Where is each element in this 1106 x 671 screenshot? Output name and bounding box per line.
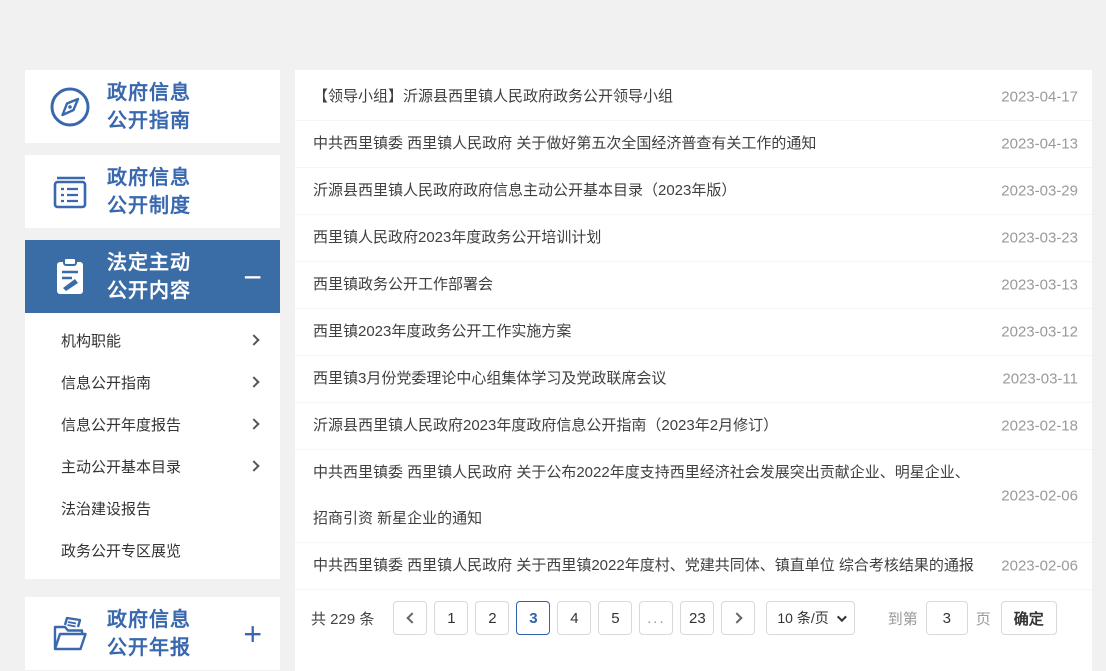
submenu-item-label: 信息公开指南 [61, 372, 250, 393]
page-number-list: 1 2 3 4 5 ... 23 [434, 601, 714, 635]
article-date: 2023-02-18 [1001, 419, 1078, 434]
chevron-right-icon [248, 376, 259, 387]
article-row[interactable]: 中共西里镇委 西里镇人民政府 关于做好第五次全国经济普查有关工作的通知 2023… [295, 121, 1092, 168]
article-title: 沂源县西里镇人民政府2023年度政府信息公开指南（2023年2月修订） [313, 417, 778, 434]
page-number-button[interactable]: ... [639, 601, 673, 635]
article-row[interactable]: 西里镇2023年度政务公开工作实施方案 2023-03-12 [295, 309, 1092, 356]
article-date: 2023-03-11 [1002, 372, 1078, 387]
article-row[interactable]: 沂源县西里镇人民政府2023年度政府信息公开指南（2023年2月修订） 2023… [295, 403, 1092, 450]
submenu-item-label: 主动公开基本目录 [61, 456, 250, 477]
chevron-down-icon [837, 612, 847, 622]
article-date: 2023-04-17 [1001, 90, 1078, 105]
article-date: 2023-02-06 [1001, 489, 1078, 504]
page-number-button[interactable]: 23 [680, 601, 714, 635]
collapse-icon[interactable]: − [243, 262, 262, 292]
page-size-label: 10 条/页 [777, 608, 828, 628]
article-date: 2023-03-29 [1001, 184, 1078, 199]
sidebar: 政府信息 公开指南 政府信息 公开制度 法定主动 [25, 70, 280, 670]
article-title: 中共西里镇委 西里镇人民政府 关于公布2022年度支持西里经济社会发展突出贡献企… [313, 464, 970, 527]
article-row[interactable]: 【领导小组】沂源县西里镇人民政府政务公开领导小组 2023-04-17 [295, 74, 1092, 121]
article-row[interactable]: 西里镇人民政府2023年度政务公开培训计划 2023-03-23 [295, 215, 1092, 262]
article-title: 西里镇2023年度政务公开工作实施方案 [313, 323, 571, 340]
confirm-button[interactable]: 确定 [1001, 601, 1057, 635]
sidebar-item-label: 公开年报 [107, 637, 191, 659]
sidebar-item-label: 公开内容 [107, 280, 191, 302]
sidebar-submenu: 机构职能 信息公开指南 信息公开年度报告 主动公开基本目录 法治建设报告 政务公… [25, 313, 280, 579]
sidebar-item-label: 公开制度 [107, 195, 191, 217]
page-number-label: 23 [689, 610, 706, 627]
sidebar-submenu-item[interactable]: 法治建设报告 [25, 487, 280, 529]
submenu-item-label: 信息公开年度报告 [61, 414, 250, 435]
article-title: 西里镇政务公开工作部署会 [313, 276, 493, 293]
sidebar-item-gov-info-guide[interactable]: 政府信息 公开指南 [25, 70, 280, 143]
article-title: 西里镇人民政府2023年度政务公开培训计划 [313, 229, 601, 246]
page-number-button[interactable]: 5 [598, 601, 632, 635]
page-number-button[interactable]: 1 [434, 601, 468, 635]
sidebar-submenu-item[interactable]: 机构职能 [25, 319, 280, 361]
article-row[interactable]: 西里镇政务公开工作部署会 2023-03-13 [295, 262, 1092, 309]
article-row[interactable]: 沂源县西里镇人民政府政府信息主动公开基本目录（2023年版） 2023-03-2… [295, 168, 1092, 215]
goto-suffix-label: 页 [976, 608, 991, 629]
article-title: 西里镇3月份党委理论中心组集体学习及党政联席会议 [313, 370, 666, 387]
page-number-label: 5 [611, 610, 619, 627]
page-number-label: ... [647, 610, 666, 627]
total-count-label: 共 229 条 [311, 608, 374, 629]
article-title: 中共西里镇委 西里镇人民政府 关于西里镇2022年度村、党建共同体、镇直单位 综… [313, 557, 974, 574]
sidebar-item-label: 政府信息 [107, 609, 191, 631]
goto-page-group: 到第 页 确定 [888, 601, 1057, 635]
submenu-item-label: 机构职能 [61, 330, 250, 351]
page-size-select[interactable]: 10 条/页 [766, 601, 854, 635]
sidebar-submenu-item[interactable]: 主动公开基本目录 [25, 445, 280, 487]
sidebar-item-label: 公开指南 [107, 110, 191, 132]
page-number-button[interactable]: 3 [516, 601, 550, 635]
article-row[interactable]: 中共西里镇委 西里镇人民政府 关于西里镇2022年度村、党建共同体、镇直单位 综… [295, 543, 1092, 590]
article-title: 【领导小组】沂源县西里镇人民政府政务公开领导小组 [313, 88, 673, 105]
page-number-label: 3 [529, 610, 537, 627]
sidebar-submenu-item[interactable]: 信息公开指南 [25, 361, 280, 403]
goto-prefix-label: 到第 [888, 608, 918, 629]
expand-icon[interactable]: + [243, 619, 262, 649]
chevron-right-icon [248, 460, 259, 471]
chevron-left-icon [406, 612, 417, 623]
sidebar-item-label: 法定主动 [107, 252, 191, 274]
article-date: 2023-04-13 [1001, 137, 1078, 152]
chevron-right-icon [248, 334, 259, 345]
article-list-panel: 【领导小组】沂源县西里镇人民政府政务公开领导小组 2023-04-17 中共西里… [295, 70, 1092, 671]
article-date: 2023-02-06 [1001, 559, 1078, 574]
sidebar-item-statutory-disclosure[interactable]: 法定主动 公开内容 − [25, 240, 280, 313]
page-number-label: 2 [488, 610, 496, 627]
article-date: 2023-03-13 [1001, 278, 1078, 293]
article-date: 2023-03-23 [1001, 231, 1078, 246]
sidebar-item-label: 政府信息 [107, 167, 191, 189]
pagination: 共 229 条 1 2 3 4 5 ... 23 10 条/页 到第 页 确定 [295, 600, 1092, 636]
sidebar-item-label: 政府信息 [107, 82, 191, 104]
page-number-label: 4 [570, 610, 578, 627]
page-number-button[interactable]: 4 [557, 601, 591, 635]
sidebar-submenu-item[interactable]: 信息公开年度报告 [25, 403, 280, 445]
sidebar-submenu-item[interactable]: 政务公开专区展览 [25, 529, 280, 571]
article-title: 中共西里镇委 西里镇人民政府 关于做好第五次全国经济普查有关工作的通知 [313, 135, 816, 152]
goto-page-input[interactable] [926, 601, 968, 635]
sidebar-item-annual-report[interactable]: 政府信息 公开年报 + [25, 597, 280, 670]
submenu-item-label: 政务公开专区展览 [61, 540, 258, 561]
page-number-label: 1 [447, 610, 455, 627]
folder-icon [47, 611, 93, 657]
next-page-button[interactable] [721, 601, 755, 635]
ledger-icon [47, 169, 93, 215]
sidebar-item-gov-info-system[interactable]: 政府信息 公开制度 [25, 155, 280, 228]
chevron-right-icon [731, 612, 742, 623]
article-list: 【领导小组】沂源县西里镇人民政府政务公开领导小组 2023-04-17 中共西里… [295, 74, 1092, 590]
article-title: 沂源县西里镇人民政府政府信息主动公开基本目录（2023年版） [313, 182, 736, 199]
compass-icon [47, 84, 93, 130]
article-date: 2023-03-12 [1001, 325, 1078, 340]
article-row[interactable]: 中共西里镇委 西里镇人民政府 关于公布2022年度支持西里经济社会发展突出贡献企… [295, 450, 1092, 543]
prev-page-button[interactable] [393, 601, 427, 635]
article-row[interactable]: 西里镇3月份党委理论中心组集体学习及党政联席会议 2023-03-11 [295, 356, 1092, 403]
chevron-right-icon [248, 418, 259, 429]
submenu-item-label: 法治建设报告 [61, 498, 258, 519]
page-number-button[interactable]: 2 [475, 601, 509, 635]
clipboard-pencil-icon [47, 254, 93, 300]
